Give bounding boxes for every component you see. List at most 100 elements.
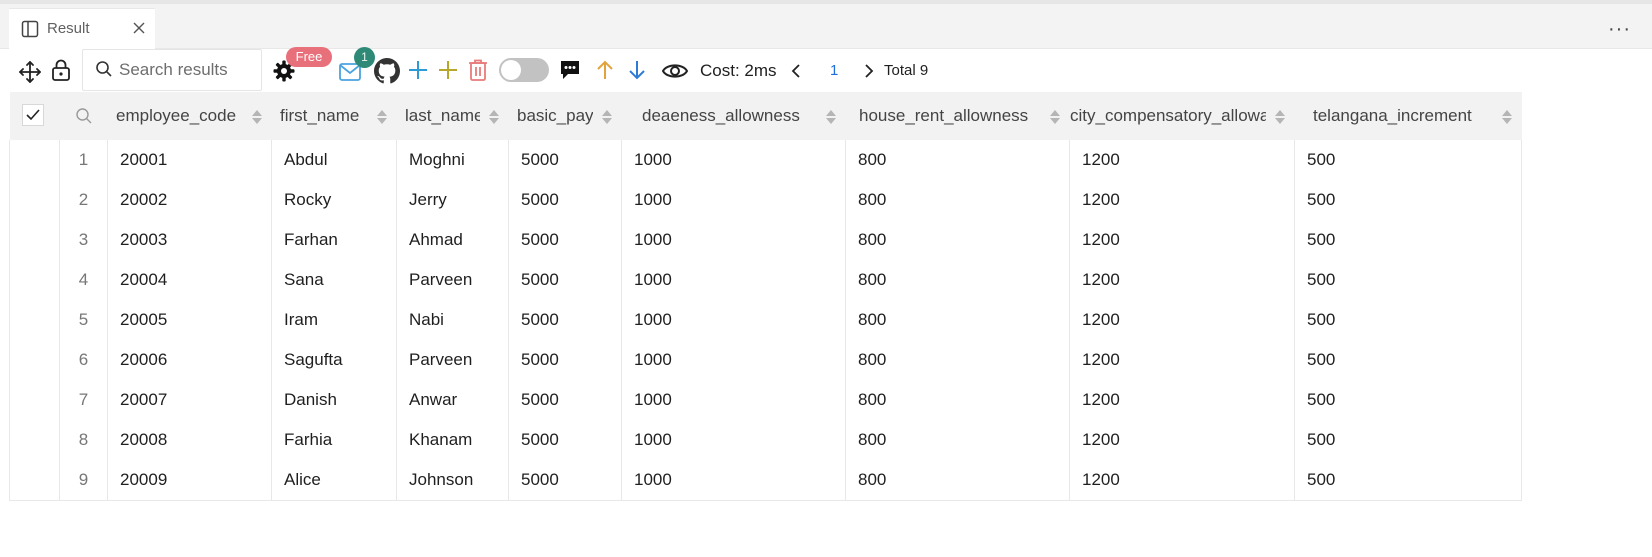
cell-employee-code[interactable]: 20002 <box>107 180 272 220</box>
table-row[interactable]: 1 20001 Abdul Moghni 5000 1000 800 1200 500 <box>9 140 1522 180</box>
cell-basic-pay[interactable]: 5000 <box>508 460 622 501</box>
column-header[interactable]: employee_code <box>107 92 272 140</box>
sort-icon[interactable] <box>376 108 388 126</box>
cell-deaeness-allowness[interactable]: 1000 <box>621 460 846 501</box>
cell-house-rent-allowness[interactable]: 800 <box>845 340 1070 380</box>
cell-deaeness-allowness[interactable]: 1000 <box>621 340 846 380</box>
cell-city-compensatory-allowance[interactable]: 1200 <box>1069 420 1295 460</box>
cell-deaeness-allowness[interactable]: 1000 <box>621 140 846 180</box>
cell-first-name[interactable]: Farhia <box>271 420 397 460</box>
cell-last-name[interactable]: Johnson <box>396 460 509 501</box>
cell-first-name[interactable]: Sagufta <box>271 340 397 380</box>
cell-telangana-increment[interactable]: 500 <box>1294 220 1522 260</box>
cell-telangana-increment[interactable]: 500 <box>1294 460 1522 501</box>
cell-basic-pay[interactable]: 5000 <box>508 340 622 380</box>
cell-employee-code[interactable]: 20003 <box>107 220 272 260</box>
cell-first-name[interactable]: Sana <box>271 260 397 300</box>
github-icon[interactable] <box>374 58 400 84</box>
tab-result[interactable]: Result <box>9 8 155 49</box>
cell-telangana-increment[interactable]: 500 <box>1294 340 1522 380</box>
cell-basic-pay[interactable]: 5000 <box>508 300 622 340</box>
table-row[interactable]: 2 20002 Rocky Jerry 5000 1000 800 1200 500 <box>9 180 1522 220</box>
cell-deaeness-allowness[interactable]: 1000 <box>621 300 846 340</box>
row-select-cell[interactable] <box>9 300 60 340</box>
table-row[interactable]: 6 20006 Sagufta Parveen 5000 1000 800 1200 500 <box>9 340 1522 380</box>
arrow-down-icon[interactable] <box>627 59 647 81</box>
cell-employee-code[interactable]: 20001 <box>107 140 272 180</box>
cell-basic-pay[interactable]: 5000 <box>508 180 622 220</box>
cell-telangana-increment[interactable]: 500 <box>1294 140 1522 180</box>
cell-employee-code[interactable]: 20008 <box>107 420 272 460</box>
search-input[interactable] <box>119 58 253 82</box>
cell-telangana-increment[interactable]: 500 <box>1294 260 1522 300</box>
cell-deaeness-allowness[interactable]: 1000 <box>621 420 846 460</box>
table-row[interactable]: 8 20008 Farhia Khanam 5000 1000 800 1200 500 <box>9 420 1522 460</box>
cell-first-name[interactable]: Rocky <box>271 180 397 220</box>
chevron-right-icon[interactable] <box>862 62 876 80</box>
cell-last-name[interactable]: Parveen <box>396 340 509 380</box>
row-select-cell[interactable] <box>9 220 60 260</box>
table-row[interactable]: 3 20003 Farhan Ahmad 5000 1000 800 1200 500 <box>9 220 1522 260</box>
cell-first-name[interactable]: Danish <box>271 380 397 420</box>
cell-house-rent-allowness[interactable]: 800 <box>845 220 1070 260</box>
current-page[interactable]: 1 <box>830 62 838 79</box>
cell-house-rent-allowness[interactable]: 800 <box>845 140 1070 180</box>
cell-telangana-increment[interactable]: 500 <box>1294 300 1522 340</box>
column-header[interactable]: deaeness_allowness <box>621 92 846 140</box>
cell-last-name[interactable]: Jerry <box>396 180 509 220</box>
delete-icon[interactable] <box>467 58 489 82</box>
column-header[interactable]: basic_pay <box>508 92 622 140</box>
table-row[interactable]: 4 20004 Sana Parveen 5000 1000 800 1200 500 <box>9 260 1522 300</box>
cell-house-rent-allowness[interactable]: 800 <box>845 460 1070 501</box>
cell-basic-pay[interactable]: 5000 <box>508 380 622 420</box>
cell-last-name[interactable]: Nabi <box>396 300 509 340</box>
comment-icon[interactable] <box>559 59 581 81</box>
cell-employee-code[interactable]: 20007 <box>107 380 272 420</box>
row-select-cell[interactable] <box>9 420 60 460</box>
cell-city-compensatory-allowance[interactable]: 1200 <box>1069 260 1295 300</box>
chevron-left-icon[interactable] <box>789 62 803 80</box>
cell-deaeness-allowness[interactable]: 1000 <box>621 260 846 300</box>
cell-last-name[interactable]: Khanam <box>396 420 509 460</box>
row-search-header[interactable] <box>59 92 108 140</box>
cell-basic-pay[interactable]: 5000 <box>508 260 622 300</box>
cell-house-rent-allowness[interactable]: 800 <box>845 300 1070 340</box>
cell-basic-pay[interactable]: 5000 <box>508 220 622 260</box>
cell-city-compensatory-allowance[interactable]: 1200 <box>1069 340 1295 380</box>
add-icon[interactable] <box>406 58 430 82</box>
cell-first-name[interactable]: Alice <box>271 460 397 501</box>
cell-deaeness-allowness[interactable]: 1000 <box>621 220 846 260</box>
cell-first-name[interactable]: Iram <box>271 300 397 340</box>
column-header[interactable]: city_compensatory_allowance <box>1069 92 1295 140</box>
row-select-cell[interactable] <box>9 460 60 501</box>
cell-first-name[interactable]: Farhan <box>271 220 397 260</box>
column-header[interactable]: house_rent_allowness <box>845 92 1070 140</box>
cell-deaeness-allowness[interactable]: 1000 <box>621 180 846 220</box>
cell-telangana-increment[interactable]: 500 <box>1294 180 1522 220</box>
sort-icon[interactable] <box>251 108 263 126</box>
cell-city-compensatory-allowance[interactable]: 1200 <box>1069 220 1295 260</box>
cell-employee-code[interactable]: 20004 <box>107 260 272 300</box>
cell-house-rent-allowness[interactable]: 800 <box>845 380 1070 420</box>
cell-employee-code[interactable]: 20005 <box>107 300 272 340</box>
sort-icon[interactable] <box>1501 108 1513 126</box>
arrow-up-icon[interactable] <box>595 59 615 81</box>
cell-city-compensatory-allowance[interactable]: 1200 <box>1069 380 1295 420</box>
row-select-cell[interactable] <box>9 140 60 180</box>
cell-last-name[interactable]: Anwar <box>396 380 509 420</box>
select-all-checkbox[interactable] <box>21 104 44 126</box>
cell-telangana-increment[interactable]: 500 <box>1294 420 1522 460</box>
table-row[interactable]: 5 20005 Iram Nabi 5000 1000 800 1200 500 <box>9 300 1522 340</box>
cell-basic-pay[interactable]: 5000 <box>508 420 622 460</box>
cell-telangana-increment[interactable]: 500 <box>1294 380 1522 420</box>
add-row-icon[interactable] <box>436 58 460 82</box>
row-select-cell[interactable] <box>9 340 60 380</box>
cell-basic-pay[interactable]: 5000 <box>508 140 622 180</box>
cell-employee-code[interactable]: 20006 <box>107 340 272 380</box>
row-select-cell[interactable] <box>9 380 60 420</box>
cell-last-name[interactable]: Parveen <box>396 260 509 300</box>
more-options-icon[interactable]: ··· <box>1608 18 1631 41</box>
sort-icon[interactable] <box>1274 108 1286 126</box>
cell-house-rent-allowness[interactable]: 800 <box>845 420 1070 460</box>
move-icon[interactable] <box>18 60 42 84</box>
